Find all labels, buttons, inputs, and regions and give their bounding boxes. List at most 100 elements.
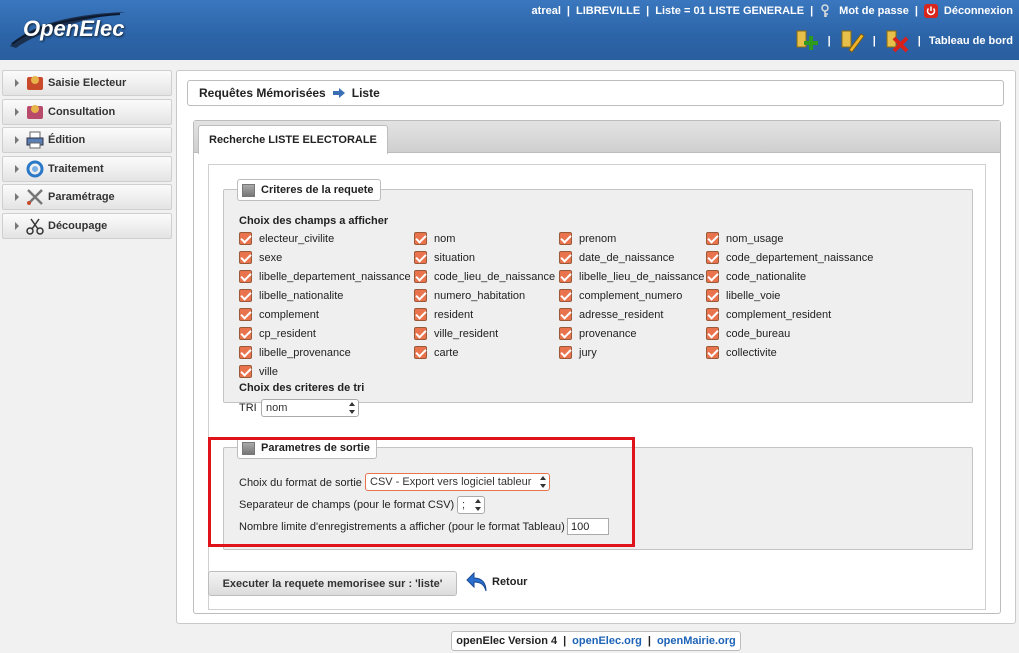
checkbox-checked-icon[interactable] [414, 270, 427, 283]
openelec-link[interactable]: openElec.org [572, 635, 642, 647]
checkbox-checked-icon[interactable] [414, 289, 427, 302]
field-checkbox-jury[interactable]: jury [559, 346, 597, 359]
tab-recherche-liste[interactable]: Recherche LISTE ELECTORALE [198, 125, 388, 154]
password-link[interactable]: Mot de passe [839, 5, 909, 17]
field-checkbox-collectivite[interactable]: collectivite [706, 346, 777, 359]
field-checkbox-label: libelle_departement_naissance [259, 270, 411, 283]
tab-strip: Recherche LISTE ELECTORALE [194, 121, 1000, 154]
field-checkbox-label: date_de_naissance [579, 251, 675, 264]
sidebar-item-consultation[interactable]: Consultation [2, 98, 172, 125]
checkbox-checked-icon[interactable] [239, 308, 252, 321]
field-checkbox-label: code_departement_naissance [726, 251, 874, 264]
checkbox-checked-icon[interactable] [414, 308, 427, 321]
sidebar-item-decoupage[interactable]: Découpage [2, 212, 172, 239]
add-icon[interactable] [794, 28, 820, 54]
field-checkbox-libelle_departement_naissance[interactable]: libelle_departement_naissance [239, 270, 411, 283]
sidebar-item-label: Paramétrage [48, 191, 115, 203]
checkbox-checked-icon[interactable] [706, 251, 719, 264]
checkbox-checked-icon[interactable] [706, 327, 719, 340]
separator: | [914, 5, 918, 17]
checkbox-checked-icon[interactable] [559, 232, 572, 245]
sidebar-item-saisie-electeur[interactable]: Saisie Electeur [2, 70, 172, 96]
checkbox-checked-icon[interactable] [706, 270, 719, 283]
checkbox-checked-icon[interactable] [414, 251, 427, 264]
checkbox-checked-icon[interactable] [239, 327, 252, 340]
back-link[interactable]: Retour [465, 571, 527, 593]
checkbox-checked-icon[interactable] [239, 289, 252, 302]
checkbox-checked-icon[interactable] [706, 308, 719, 321]
checkbox-checked-icon[interactable] [239, 365, 252, 378]
field-checkbox-adresse_resident[interactable]: adresse_resident [559, 308, 663, 321]
field-checkbox-complement_resident[interactable]: complement_resident [706, 308, 831, 321]
checkbox-checked-icon[interactable] [559, 289, 572, 302]
breadcrumb-part1: Requêtes Mémorisées [199, 86, 326, 100]
openmairie-link[interactable]: openMairie.org [657, 635, 736, 647]
checkbox-checked-icon[interactable] [414, 327, 427, 340]
checkbox-checked-icon[interactable] [239, 270, 252, 283]
checkbox-checked-icon[interactable] [706, 232, 719, 245]
checkbox-checked-icon[interactable] [239, 346, 252, 359]
sidebar-nav: Saisie Electeur Consultation Édition Tra… [2, 70, 172, 241]
field-checkbox-situation[interactable]: situation [414, 251, 475, 264]
field-checkbox-label: jury [579, 346, 597, 359]
field-checkbox-electeur_civilite[interactable]: electeur_civilite [239, 232, 334, 245]
checkbox-checked-icon[interactable] [559, 270, 572, 283]
criteria-legend[interactable]: Criteres de la requete [237, 179, 381, 201]
field-checkbox-code_departement_naissance[interactable]: code_departement_naissance [706, 251, 873, 264]
separator: | [810, 5, 814, 17]
expand-arrow-icon [15, 193, 19, 201]
field-checkbox-resident[interactable]: resident [414, 308, 473, 321]
sidebar-item-traitement[interactable]: Traitement [2, 155, 172, 182]
expand-arrow-icon [15, 107, 19, 116]
field-checkbox-label: adresse_resident [579, 308, 664, 321]
field-checkbox-nom_usage[interactable]: nom_usage [706, 232, 784, 245]
sidebar-item-edition[interactable]: Édition [2, 127, 172, 153]
field-checkbox-code_bureau[interactable]: code_bureau [706, 327, 790, 340]
field-checkbox-provenance[interactable]: provenance [559, 327, 637, 340]
checkbox-checked-icon[interactable] [706, 346, 719, 359]
field-checkbox-libelle_lieu_de_naissance[interactable]: libelle_lieu_de_naissance [559, 270, 704, 283]
logout-link[interactable]: Déconnexion [944, 5, 1013, 17]
execute-query-button[interactable]: Executer la requete memorisee sur : 'lis… [208, 571, 457, 596]
checkbox-checked-icon[interactable] [706, 289, 719, 302]
user-name: atreal [531, 5, 561, 17]
field-checkbox-date_de_naissance[interactable]: date_de_naissance [559, 251, 674, 264]
field-checkbox-nom[interactable]: nom [414, 232, 455, 245]
checkbox-checked-icon[interactable] [239, 251, 252, 264]
field-checkbox-prenom[interactable]: prenom [559, 232, 616, 245]
expand-arrow-icon [15, 79, 19, 87]
checkbox-checked-icon[interactable] [414, 232, 427, 245]
current-list[interactable]: Liste = 01 LISTE GENERALE [655, 5, 804, 17]
checkbox-checked-icon[interactable] [559, 346, 572, 359]
field-checkbox-ville[interactable]: ville [239, 365, 278, 378]
field-checkbox-cp_resident[interactable]: cp_resident [239, 327, 316, 340]
checkbox-checked-icon[interactable] [239, 232, 252, 245]
tri-select-value: nom [266, 402, 288, 414]
field-checkbox-sexe[interactable]: sexe [239, 251, 282, 264]
field-checkbox-label: complement [259, 308, 319, 321]
field-checkbox-complement_numero[interactable]: complement_numero [559, 289, 682, 302]
field-checkbox-ville_resident[interactable]: ville_resident [414, 327, 498, 340]
checkbox-checked-icon[interactable] [559, 251, 572, 264]
field-checkbox-numero_habitation[interactable]: numero_habitation [414, 289, 525, 302]
checkbox-checked-icon[interactable] [559, 308, 572, 321]
field-checkbox-carte[interactable]: carte [414, 346, 458, 359]
field-checkbox-libelle_voie[interactable]: libelle_voie [706, 289, 780, 302]
sidebar-item-parametrage[interactable]: Paramétrage [2, 184, 172, 210]
sidebar-item-label: Traitement [48, 162, 104, 175]
field-checkbox-libelle_nationalite[interactable]: libelle_nationalite [239, 289, 343, 302]
field-checkbox-label: ville [259, 365, 278, 378]
dashboard-link[interactable]: Tableau de bord [929, 35, 1013, 47]
field-checkbox-complement[interactable]: complement [239, 308, 319, 321]
checkbox-checked-icon[interactable] [559, 327, 572, 340]
checkbox-checked-icon[interactable] [414, 346, 427, 359]
field-checkbox-libelle_provenance[interactable]: libelle_provenance [239, 346, 351, 359]
collapse-toggle-icon [242, 183, 255, 197]
separator: | [827, 35, 831, 47]
field-checkbox-code_lieu_de_naissance[interactable]: code_lieu_de_naissance [414, 270, 555, 283]
tri-select[interactable]: nom [261, 399, 359, 417]
edit-icon[interactable] [839, 28, 865, 54]
delete-icon[interactable] [884, 28, 910, 54]
field-checkbox-code_nationalite[interactable]: code_nationalite [706, 270, 806, 283]
logo-text: OpenElec [23, 16, 125, 41]
